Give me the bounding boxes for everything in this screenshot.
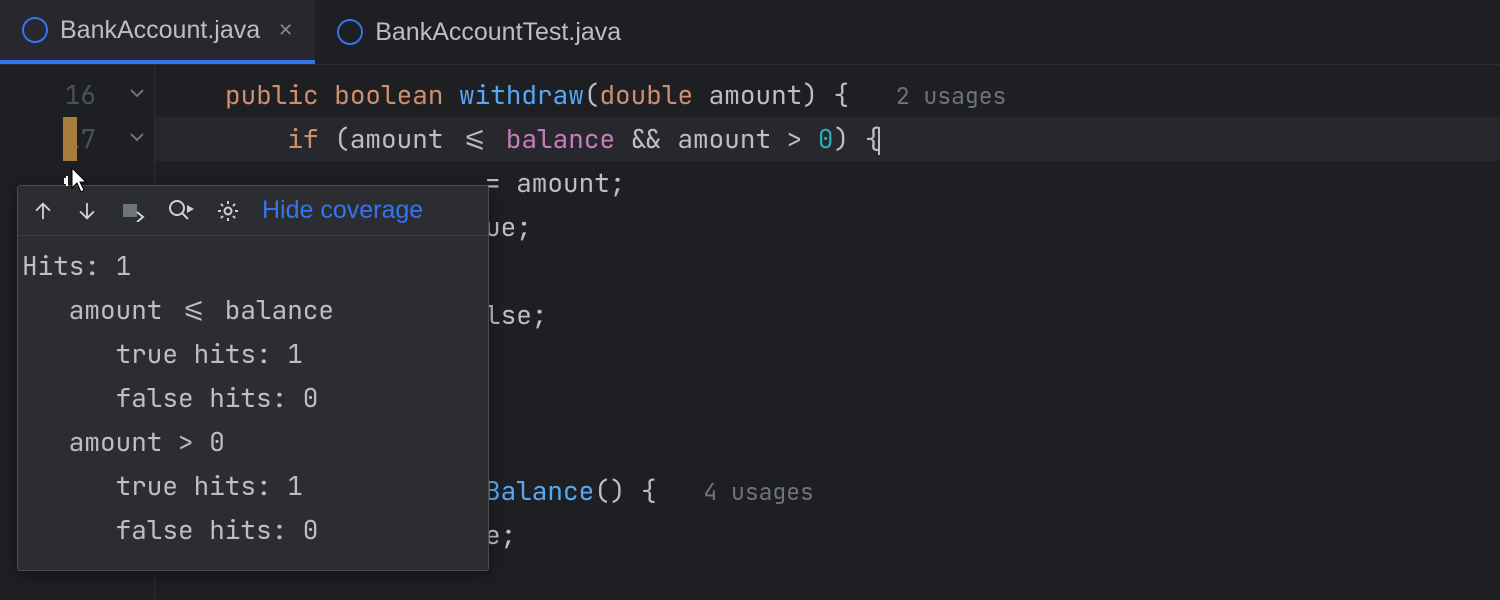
- usages-hint[interactable]: 2 usages: [896, 81, 1006, 111]
- text-cursor: [878, 127, 880, 155]
- tab-label: BankAccount.java: [60, 16, 260, 45]
- popup-line: true hits: 1: [22, 464, 484, 508]
- coverage-gutter-mark[interactable]: [63, 117, 77, 161]
- popup-line: Hits: 1: [22, 244, 484, 288]
- tab-bar: BankAccount.java ✕ BankAccountTest.java: [0, 0, 1500, 65]
- arrow-up-icon[interactable]: [32, 200, 54, 222]
- code-line-16: public boolean withdraw(double amount) {…: [225, 73, 1500, 117]
- tab-bankaccounttest[interactable]: BankAccountTest.java: [315, 0, 643, 64]
- code-line-17: if (amount <= balance && amount > 0) {: [225, 117, 1500, 161]
- usages-hint[interactable]: 4 usages: [703, 477, 813, 507]
- fold-icon[interactable]: [126, 73, 144, 117]
- fold-icon[interactable]: [126, 117, 144, 161]
- show-tests-icon[interactable]: [168, 199, 194, 223]
- byte-code-icon[interactable]: [120, 200, 146, 222]
- popup-body: Hits: 1 amount <= balance true hits: 1 f…: [18, 236, 488, 570]
- hide-coverage-link[interactable]: Hide coverage: [262, 196, 423, 225]
- close-icon[interactable]: ✕: [278, 20, 293, 41]
- java-class-icon: [22, 17, 48, 43]
- tab-bankaccount[interactable]: BankAccount.java ✕: [0, 0, 315, 64]
- mouse-pointer-icon: [64, 166, 90, 203]
- popup-line: true hits: 1: [22, 332, 484, 376]
- popup-line: false hits: 0: [22, 376, 484, 420]
- popup-line: false hits: 0: [22, 508, 484, 552]
- gear-icon[interactable]: [216, 199, 240, 223]
- coverage-popup: Hide coverage Hits: 1 amount <= balance …: [17, 185, 489, 571]
- popup-line: amount > 0: [22, 420, 484, 464]
- java-class-icon: [337, 19, 363, 45]
- tab-label: BankAccountTest.java: [375, 18, 621, 47]
- popup-line: amount <= balance: [22, 288, 484, 332]
- gutter-line-16: 16: [0, 73, 144, 117]
- gutter-line-17: 17: [0, 117, 144, 161]
